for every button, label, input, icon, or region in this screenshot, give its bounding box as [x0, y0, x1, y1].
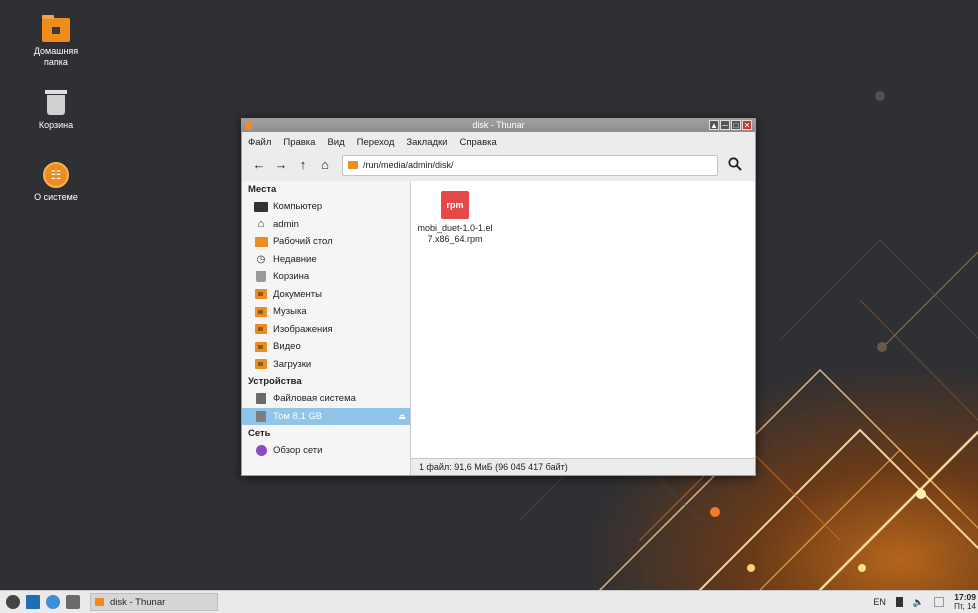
- home-folder-icon: [42, 15, 70, 42]
- menu-edit[interactable]: Правка: [283, 137, 315, 148]
- menubar: Файл Правка Вид Переход Закладки Справка: [242, 132, 755, 152]
- file-item[interactable]: rpm mobi_duet-1.0-1.el 7.x86_64.rpm: [417, 191, 493, 245]
- forward-arrow-icon[interactable]: →: [270, 155, 292, 175]
- search-icon[interactable]: [728, 156, 742, 174]
- sidebar-header-devices: Устройства: [248, 376, 302, 387]
- maximize-button[interactable]: □: [731, 120, 741, 130]
- sidebar-item-label: Рабочий стол: [273, 236, 333, 248]
- desktop-icon-label: Домашняя папка: [33, 46, 79, 67]
- downloads-folder-icon: [254, 359, 268, 370]
- window-title: disk - Thunar: [472, 120, 525, 130]
- sidebar-item-trash[interactable]: Корзина: [242, 268, 410, 286]
- sidebar-item-label: admin: [273, 218, 299, 230]
- sidebar-item-videos[interactable]: Видео: [242, 338, 410, 356]
- about-system-icon: ☷: [43, 162, 69, 188]
- battery-icon[interactable]: [895, 597, 903, 607]
- sidebar-item-filesystem[interactable]: Файловая система: [242, 390, 410, 408]
- files-launcher-icon[interactable]: [66, 595, 80, 609]
- taskbar-window-button[interactable]: disk - Thunar: [90, 593, 218, 611]
- menu-file[interactable]: Файл: [248, 137, 271, 148]
- notification-icon[interactable]: [934, 597, 945, 607]
- desktop-icon-label: О системе: [34, 192, 78, 202]
- window-titlebar[interactable]: disk - Thunar ▲ ─ □ ✕: [242, 119, 755, 132]
- desktop-icon-label: Корзина: [38, 120, 74, 130]
- sidebar-item-browse-network[interactable]: Обзор сети: [242, 442, 410, 460]
- eject-icon[interactable]: ⏏: [398, 412, 406, 421]
- back-arrow-icon[interactable]: ←: [248, 155, 270, 175]
- window-app-icon: [245, 121, 252, 130]
- menu-view[interactable]: Вид: [327, 137, 344, 148]
- sidebar-item-music[interactable]: Музыка: [242, 303, 410, 321]
- clock-icon: ◷: [256, 253, 266, 265]
- file-name-line1: mobi_duet-1.0-1.el: [417, 223, 493, 233]
- location-path: /run/media/admin/disk/: [363, 160, 454, 170]
- clock-date: Пт, 14: [954, 602, 976, 611]
- sidebar-item-label: Недавние: [273, 253, 317, 265]
- status-bar: 1 файл: 91,6 МиБ (96 045 417 байт): [411, 458, 755, 475]
- sidebar-item-label: Документы: [273, 288, 322, 300]
- documents-folder-icon: [254, 289, 268, 300]
- menu-help[interactable]: Справка: [460, 137, 497, 148]
- close-button[interactable]: ✕: [742, 120, 752, 130]
- desktop-trash[interactable]: Корзина: [26, 90, 86, 131]
- sidebar-item-label: Компьютер: [273, 201, 323, 213]
- sidebar-item-downloads[interactable]: Загрузки: [242, 356, 410, 374]
- minimize-button[interactable]: ─: [720, 120, 730, 130]
- sidebar-item-computer[interactable]: Компьютер: [242, 198, 410, 216]
- desktop-about-system[interactable]: ☷ О системе: [26, 162, 86, 203]
- system-tray: EN 🔈 17:09 Пт, 14: [873, 591, 978, 613]
- file-name-line2: 7.x86_64.rpm: [427, 234, 483, 244]
- home-icon[interactable]: ⌂: [314, 155, 336, 175]
- sidebar-item-label: Корзина: [273, 271, 310, 283]
- monitor-icon: [254, 201, 268, 212]
- sidebar-item-documents[interactable]: Документы: [242, 286, 410, 304]
- menu-go[interactable]: Переход: [357, 137, 395, 148]
- folder-icon: [348, 161, 358, 169]
- drive-icon: [254, 410, 268, 422]
- home-icon: ⌂: [257, 218, 265, 231]
- sidebar: Места Компьютер ⌂ admin Рабочий стол ◷ Н…: [242, 181, 411, 475]
- sidebar-header-places: Места: [248, 184, 277, 195]
- sidebar-item-recent[interactable]: ◷ Недавние: [242, 251, 410, 269]
- desktop-folder-icon: [254, 236, 268, 247]
- sidebar-item-label: Обзор сети: [273, 445, 323, 457]
- music-folder-icon: [254, 306, 268, 317]
- sidebar-item-label: Том 8,1 GB: [273, 410, 323, 422]
- sidebar-item-label: Файловая система: [273, 393, 356, 405]
- up-arrow-icon[interactable]: ↑: [292, 155, 314, 175]
- keyboard-layout[interactable]: EN: [873, 597, 886, 607]
- sidebar-item-label: Музыка: [273, 306, 307, 318]
- videos-folder-icon: [254, 341, 268, 352]
- sidebar-item-label: Изображения: [273, 323, 333, 335]
- desktop-launcher-icon[interactable]: [26, 595, 40, 609]
- browser-launcher-icon[interactable]: [46, 595, 60, 609]
- folder-icon: [95, 598, 104, 606]
- menu-launcher-icon[interactable]: [6, 595, 20, 609]
- trash-icon: [45, 90, 67, 116]
- sidebar-item-pictures[interactable]: Изображения: [242, 321, 410, 339]
- desktop-home-folder[interactable]: Домашняя папка: [26, 15, 86, 68]
- network-icon: [254, 445, 268, 457]
- sidebar-item-desktop[interactable]: Рабочий стол: [242, 233, 410, 251]
- trash-icon: [254, 271, 268, 283]
- harddisk-icon: [254, 393, 268, 405]
- sidebar-item-admin[interactable]: ⌂ admin: [242, 216, 410, 234]
- menu-bookmarks[interactable]: Закладки: [406, 137, 447, 148]
- thunar-window: disk - Thunar ▲ ─ □ ✕ Файл Правка Вид Пе…: [241, 118, 756, 476]
- clock-time: 17:09: [954, 592, 976, 602]
- shade-button[interactable]: ▲: [709, 120, 719, 130]
- location-bar[interactable]: /run/media/admin/disk/: [342, 154, 718, 176]
- pictures-folder-icon: [254, 324, 268, 335]
- toolbar: ← → ↑ ⌂ /run/media/admin/disk/: [242, 152, 755, 178]
- taskbar: disk - Thunar EN 🔈 17:09 Пт, 14: [0, 590, 978, 613]
- sidebar-item-label: Загрузки: [273, 358, 312, 370]
- rpm-package-icon: rpm: [441, 191, 469, 219]
- clock[interactable]: 17:09 Пт, 14: [954, 592, 976, 612]
- volume-icon[interactable]: 🔈: [913, 597, 924, 608]
- sidebar-header-network: Сеть: [248, 428, 271, 439]
- taskbar-window-label: disk - Thunar: [110, 596, 166, 608]
- sidebar-item-label: Видео: [273, 341, 301, 353]
- sidebar-item-volume[interactable]: Том 8,1 GB ⏏: [242, 407, 410, 425]
- file-view[interactable]: rpm mobi_duet-1.0-1.el 7.x86_64.rpm: [411, 181, 755, 458]
